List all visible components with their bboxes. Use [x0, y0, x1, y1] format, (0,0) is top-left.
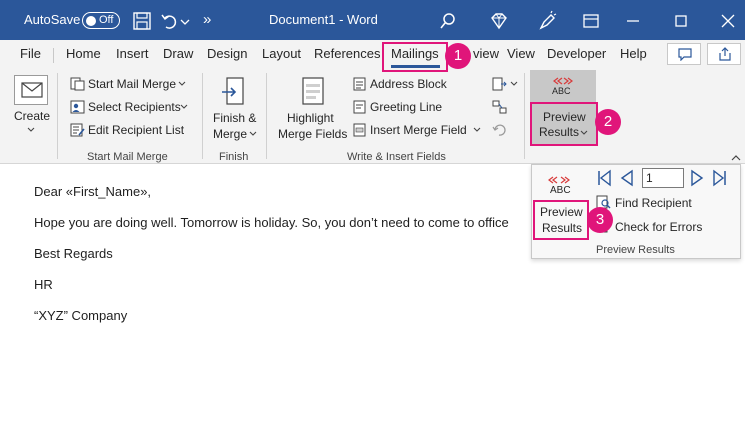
autosave-state: Off [99, 14, 114, 26]
group-label-finish: Finish [219, 151, 249, 163]
insert-merge-field-icon [353, 123, 366, 137]
insert-merge-field-button[interactable]: Insert Merge Field [370, 123, 467, 137]
tab-view[interactable]: View [507, 46, 535, 61]
comment-icon [678, 48, 692, 61]
tab-references[interactable]: References [314, 46, 380, 61]
pen-icon[interactable] [536, 10, 558, 32]
title-bar: AutoSave Off » Document1 - Word [0, 0, 745, 40]
document-line-regards: Best Regards [34, 246, 113, 261]
edit-recipient-list-icon [70, 123, 85, 137]
finish-merge-label-line2[interactable]: Merge [213, 127, 247, 141]
chevron-down-icon[interactable] [27, 127, 35, 133]
preview-abc-label: ABC [552, 86, 571, 96]
close-icon[interactable] [717, 10, 739, 32]
maximize-icon[interactable] [670, 10, 692, 32]
group-label-start-mail-merge: Start Mail Merge [87, 151, 168, 163]
diamond-icon[interactable] [488, 10, 510, 32]
toggle-knob [86, 15, 96, 26]
start-mail-merge-button[interactable]: Start Mail Merge [88, 77, 176, 91]
greeting-line-icon [353, 100, 366, 114]
popup-group-label: Preview Results [596, 244, 675, 256]
highlight-merge-fields-icon [302, 77, 324, 105]
tab-review[interactable]: view [473, 46, 499, 61]
find-recipient-button[interactable]: Find Recipient [615, 196, 692, 210]
save-icon[interactable] [131, 10, 153, 32]
tab-developer[interactable]: Developer [547, 46, 606, 61]
tab-design[interactable]: Design [207, 46, 247, 61]
group-divider [524, 73, 525, 159]
finish-merge-icon [222, 77, 244, 105]
step-badge-2: 2 [595, 109, 621, 135]
chevron-down-icon[interactable] [180, 104, 188, 110]
preview-arrows-icon [548, 176, 570, 184]
address-block-icon [353, 77, 366, 91]
step-badge-1: 1 [445, 43, 471, 69]
step-badge-3: 3 [587, 207, 613, 233]
ribbon-tabs: File Home Insert Draw Design Layout Refe… [0, 40, 745, 69]
highlight-box-preview-results [530, 102, 598, 146]
record-number-input[interactable] [642, 168, 684, 188]
select-recipients-button[interactable]: Select Recipients [88, 100, 181, 114]
highlight-merge-fields-line2[interactable]: Merge Fields [278, 127, 347, 141]
create-button[interactable] [14, 75, 48, 105]
minimize-icon[interactable] [622, 10, 644, 32]
group-divider [266, 73, 267, 159]
group-divider [202, 73, 203, 159]
envelope-icon [21, 82, 43, 98]
popup-abc-label: ABC [550, 185, 571, 196]
start-mail-merge-icon [70, 77, 85, 91]
undo-dropdown-icon[interactable] [180, 10, 190, 32]
document-line-hr: HR [34, 277, 53, 292]
collapse-ribbon-icon[interactable] [731, 154, 741, 161]
edit-recipient-list-button[interactable]: Edit Recipient List [88, 123, 184, 137]
comments-button[interactable] [667, 43, 701, 65]
update-labels-icon[interactable] [492, 123, 507, 137]
autosave-label: AutoSave [24, 12, 81, 27]
match-fields-icon[interactable] [492, 100, 507, 114]
greeting-line-button[interactable]: Greeting Line [370, 100, 442, 114]
highlight-box-mailings [382, 42, 448, 72]
search-icon[interactable] [437, 10, 459, 32]
chevron-down-icon[interactable] [249, 131, 257, 137]
tab-insert[interactable]: Insert [116, 46, 149, 61]
highlight-box-popup-preview [533, 200, 589, 240]
ribbon-display-icon[interactable] [580, 10, 602, 32]
previous-record-icon[interactable] [619, 169, 635, 187]
group-label-write-insert-fields: Write & Insert Fields [347, 151, 446, 163]
undo-icon[interactable] [159, 10, 181, 32]
share-icon [719, 47, 731, 61]
more-commands-icon[interactable]: » [203, 11, 211, 28]
address-block-button[interactable]: Address Block [370, 77, 447, 91]
chevron-down-icon[interactable] [473, 127, 481, 133]
create-label: Create [14, 109, 51, 123]
tab-home[interactable]: Home [66, 46, 101, 61]
preview-arrows-icon [553, 77, 573, 85]
document-line-company: “XYZ” Company [34, 308, 128, 323]
finish-merge-label-line1[interactable]: Finish & [213, 111, 256, 125]
tab-layout[interactable]: Layout [262, 46, 301, 61]
tab-draw[interactable]: Draw [163, 46, 193, 61]
last-record-icon[interactable] [712, 169, 728, 187]
first-record-icon[interactable] [596, 169, 612, 187]
highlight-merge-fields-line1[interactable]: Highlight [287, 111, 334, 125]
share-button[interactable] [707, 43, 741, 65]
chevron-down-icon[interactable] [510, 81, 518, 87]
next-record-icon[interactable] [689, 169, 705, 187]
autosave-toggle[interactable]: Off [82, 12, 120, 29]
document-line-greeting: Dear «First_Name», [34, 184, 152, 199]
rules-icon[interactable] [492, 77, 507, 91]
tab-help[interactable]: Help [620, 46, 647, 61]
tab-file[interactable]: File [20, 46, 41, 61]
document-title: Document1 - Word [269, 12, 378, 27]
chevron-down-icon[interactable] [178, 81, 186, 87]
select-recipients-icon [70, 100, 85, 114]
group-divider [57, 73, 58, 159]
tab-divider [53, 48, 54, 63]
document-line-body: Hope you are doing well. Tomorrow is hol… [34, 215, 509, 230]
check-for-errors-button[interactable]: Check for Errors [615, 220, 702, 234]
